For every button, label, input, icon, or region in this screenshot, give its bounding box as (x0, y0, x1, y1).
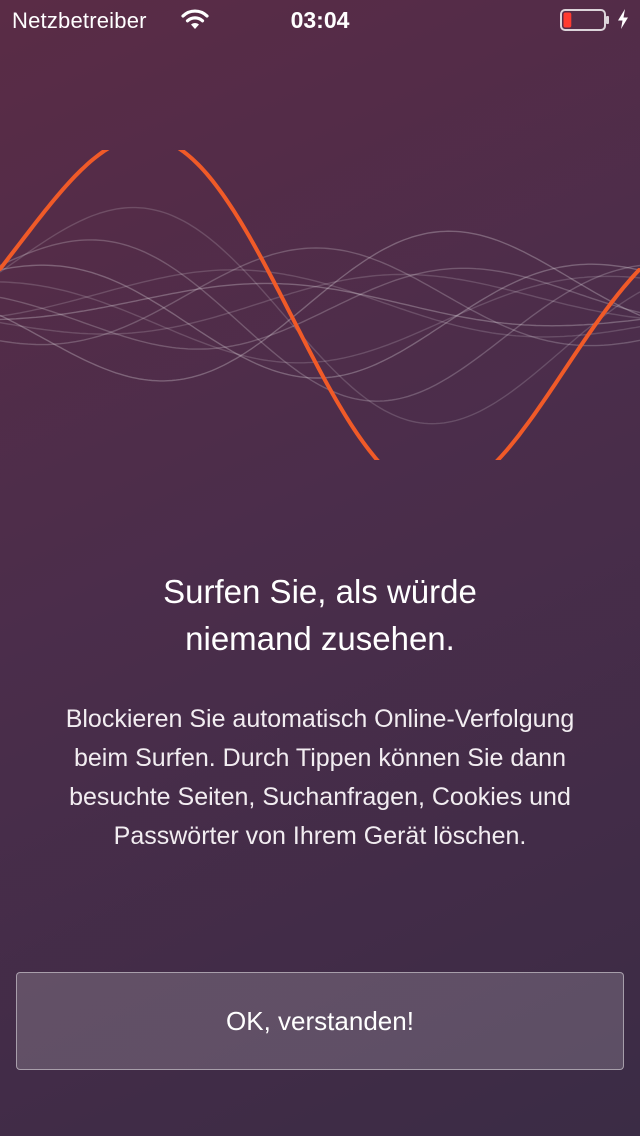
title-line-1: Surfen Sie, als würde (163, 573, 477, 610)
onboarding-description: Blockieren Sie automatisch Online-Verfol… (20, 700, 620, 856)
status-bar: Netzbetreiber 03:04 (0, 0, 640, 40)
title-line-2: niemand zusehen. (185, 620, 455, 657)
wave-line (0, 239, 640, 402)
description-line-1: Blockieren Sie automatisch Online-Verfol… (65, 705, 575, 733)
onboarding-title: Surfen Sie, als würde niemand zusehen. (40, 568, 600, 662)
sound-wave-illustration (0, 150, 640, 460)
description-line-4: Passwörter von Ihrem Gerät löschen. (113, 822, 527, 850)
accent-wave-line (0, 150, 640, 460)
wave-line (0, 282, 640, 327)
wave-line (0, 275, 640, 364)
description-line-2: beim Surfen. Durch Tippen können Sie dan… (74, 744, 566, 772)
clock: 03:04 (290, 7, 350, 33)
ok-understood-button[interactable]: OK, verstanden! (16, 972, 624, 1070)
description-line-3: besuchte Seiten, Suchanfragen, Cookies u… (69, 783, 571, 811)
battery-level-fill (563, 12, 572, 28)
wave-line (0, 263, 640, 379)
charging-bolt-icon (618, 9, 628, 29)
wave-line (0, 230, 640, 382)
battery-icon (560, 9, 609, 31)
